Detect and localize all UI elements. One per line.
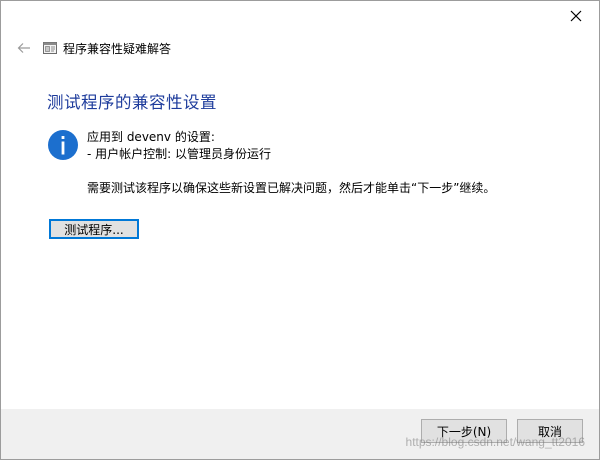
info-icon — [48, 130, 78, 160]
nav-row: 程序兼容性疑难解答 — [13, 37, 171, 59]
settings-applied-label: 应用到 devenv 的设置: — [87, 130, 215, 144]
footer-bar: 下一步(N) 取消 — [1, 409, 599, 459]
page-heading: 测试程序的兼容性设置 — [47, 93, 217, 112]
instruction-text: 需要测试该程序以确保这些新设置已解决问题，然后才能单击“下一步”继续。 — [87, 181, 496, 195]
setting-item: - 用户帐户控制: 以管理员身份运行 — [87, 147, 272, 161]
back-arrow-icon — [17, 43, 30, 53]
app-icon — [43, 42, 57, 54]
dialog-window: 程序兼容性疑难解答 测试程序的兼容性设置 应用到 devenv 的设置: - 用… — [0, 0, 600, 460]
watermark: https://blog.csdn.net/wang_tt2016 — [405, 435, 585, 449]
info-text: 应用到 devenv 的设置: - 用户帐户控制: 以管理员身份运行 — [87, 129, 271, 163]
info-block: 应用到 devenv 的设置: - 用户帐户控制: 以管理员身份运行 — [47, 129, 271, 163]
back-button[interactable] — [13, 37, 35, 59]
close-icon — [570, 10, 582, 22]
nav-title: 程序兼容性疑难解答 — [63, 41, 172, 56]
close-button[interactable] — [561, 3, 591, 29]
test-program-button[interactable]: 测试程序... — [49, 219, 139, 239]
